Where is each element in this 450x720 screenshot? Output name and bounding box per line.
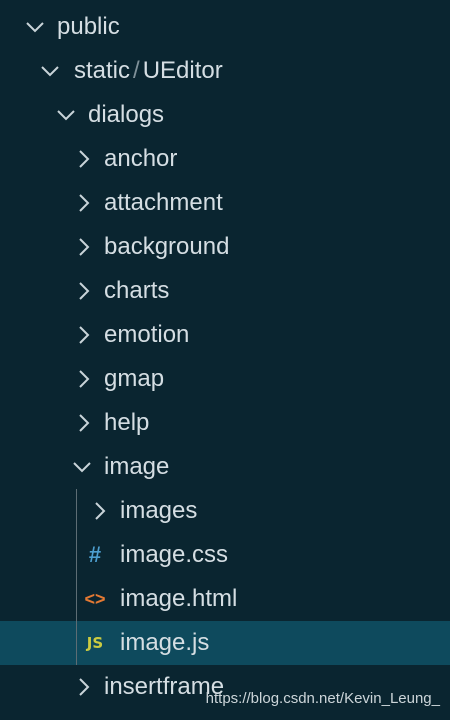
- tree-item-anchor[interactable]: anchor: [0, 137, 450, 181]
- file-explorer-tree: public static / UEditor dialogs anchor att…: [0, 5, 450, 709]
- folder-label: dialogs: [88, 101, 165, 128]
- folder-label: public: [57, 13, 120, 40]
- chevron-right-icon[interactable]: [75, 269, 95, 313]
- tree-item-image-css[interactable]: # image.css: [0, 533, 450, 577]
- file-label: image.html: [120, 585, 238, 612]
- path-segment-static: static: [74, 57, 131, 84]
- chevron-down-icon[interactable]: [72, 445, 92, 489]
- chevron-right-icon[interactable]: [75, 401, 95, 445]
- folder-label: static / UEditor: [74, 49, 223, 93]
- tree-item-charts[interactable]: charts: [0, 269, 450, 313]
- path-segment-ueditor: UEditor: [142, 57, 223, 84]
- tree-item-image[interactable]: image: [0, 445, 450, 489]
- folder-label: background: [104, 233, 230, 260]
- tree-item-background[interactable]: background: [0, 225, 450, 269]
- path-separator: /: [133, 57, 140, 84]
- folder-label: emotion: [104, 321, 190, 348]
- folder-label: charts: [104, 277, 170, 304]
- tree-item-emotion[interactable]: emotion: [0, 313, 450, 357]
- indent-guide: [76, 489, 77, 665]
- folder-label: help: [104, 409, 150, 436]
- chevron-right-icon[interactable]: [75, 225, 95, 269]
- chevron-down-icon[interactable]: [40, 49, 60, 93]
- js-file-icon: JS: [86, 634, 104, 652]
- tree-item-images[interactable]: images: [0, 489, 450, 533]
- tree-item-static-ueditor[interactable]: static / UEditor: [0, 49, 450, 93]
- tree-item-attachment[interactable]: attachment: [0, 181, 450, 225]
- chevron-down-icon[interactable]: [25, 5, 45, 49]
- watermark: https://blog.csdn.net/Kevin_Leung_: [205, 690, 440, 707]
- chevron-right-icon[interactable]: [75, 357, 95, 401]
- folder-label: attachment: [104, 189, 223, 216]
- tree-item-help[interactable]: help: [0, 401, 450, 445]
- file-label: image.css: [120, 541, 229, 568]
- css-file-icon: #: [88, 542, 102, 567]
- folder-label: gmap: [104, 365, 165, 392]
- chevron-right-icon[interactable]: [75, 137, 95, 181]
- chevron-right-icon[interactable]: [75, 313, 95, 357]
- file-label: image.js: [120, 629, 210, 656]
- tree-item-image-js[interactable]: JS image.js: [0, 621, 450, 665]
- folder-label: anchor: [104, 145, 178, 172]
- chevron-down-icon[interactable]: [56, 93, 76, 137]
- chevron-right-icon[interactable]: [91, 489, 111, 533]
- chevron-right-icon[interactable]: [75, 665, 95, 709]
- html-file-icon: <>: [84, 589, 106, 609]
- folder-label: images: [120, 497, 198, 524]
- tree-item-dialogs[interactable]: dialogs: [0, 93, 450, 137]
- folder-label: image: [104, 453, 170, 480]
- tree-item-image-html[interactable]: <> image.html: [0, 577, 450, 621]
- chevron-right-icon[interactable]: [75, 181, 95, 225]
- tree-item-public[interactable]: public: [0, 5, 450, 49]
- tree-item-gmap[interactable]: gmap: [0, 357, 450, 401]
